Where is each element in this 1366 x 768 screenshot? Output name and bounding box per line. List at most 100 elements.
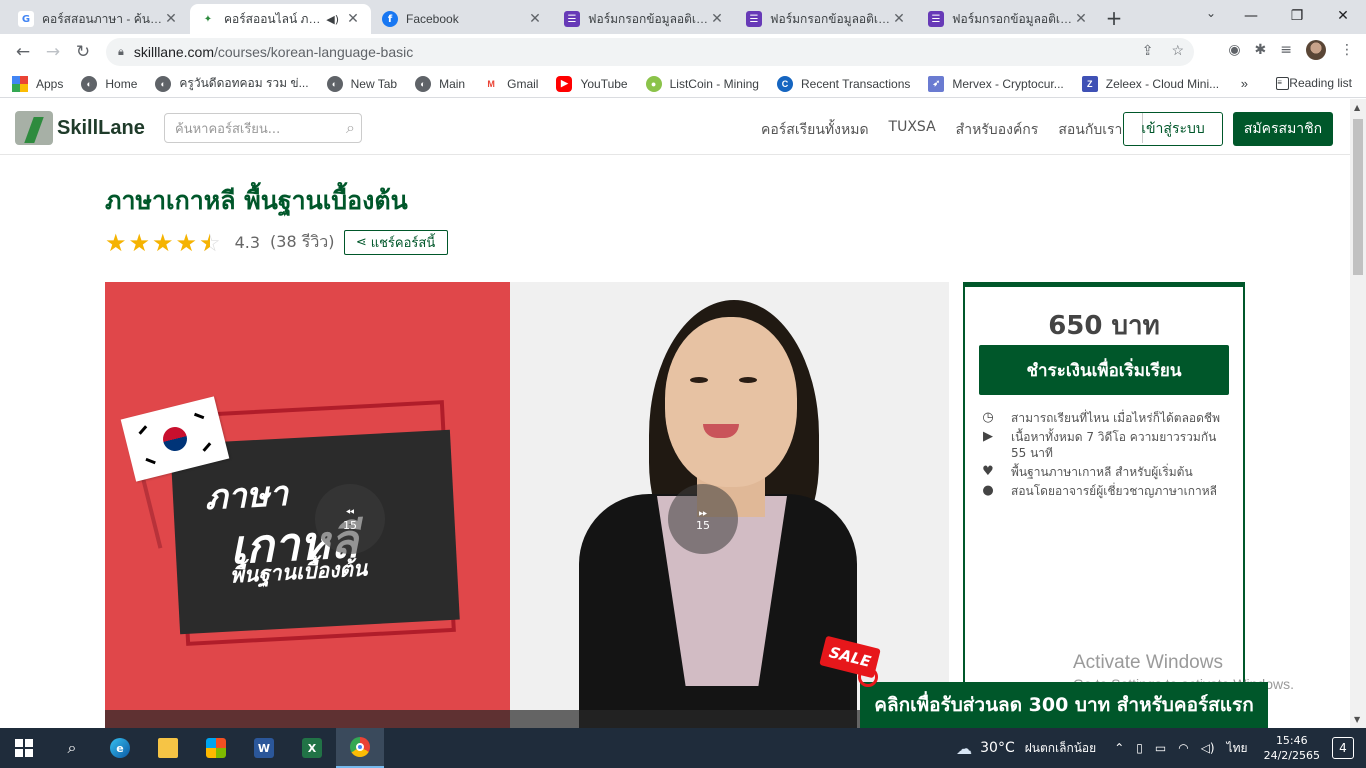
bookmark-home[interactable]: ◐ Home: [81, 75, 137, 92]
weather-temp: 30°C: [980, 740, 1015, 756]
browser-tab[interactable]: f Facebook ✕: [372, 4, 553, 34]
browser-tab[interactable]: ☰ ฟอร์มกรอกข้อมูลอติเรก ✕: [554, 4, 735, 34]
mervex-icon: ➶: [928, 75, 945, 92]
globe-icon: ◐: [326, 75, 343, 92]
phone-link-icon[interactable]: ▯: [1136, 741, 1143, 755]
restore-icon[interactable]: ❐: [1274, 0, 1320, 32]
tab-title: คอร์สออนไลน์ ภาษาเกาหลี: [224, 11, 326, 26]
chrome-icon[interactable]: [336, 728, 384, 768]
bookmark-listcoin[interactable]: ● ListCoin - Mining: [645, 75, 759, 92]
scrollbar-thumb[interactable]: [1353, 119, 1363, 275]
bookmark-recent-transactions[interactable]: C Recent Transactions: [776, 75, 910, 92]
user-icon: ●: [982, 483, 994, 498]
skilllane-logo[interactable]: SkillLane: [15, 111, 145, 145]
file-explorer-icon[interactable]: [144, 728, 192, 768]
chevron-up-icon[interactable]: ⌃: [1114, 741, 1124, 755]
taskbar-clock[interactable]: 15:46 24/2/2565: [1264, 733, 1320, 763]
edge-icon[interactable]: e: [96, 728, 144, 768]
browser-tab[interactable]: ☰ ฟอร์มกรอกข้อมูลอติเรก ✕: [736, 4, 917, 34]
discount-banner[interactable]: คลิกเพื่อรับส่วนลด 300 บาท สำหรับคอร์สแร…: [860, 682, 1268, 728]
battery-icon[interactable]: ▭: [1155, 741, 1166, 755]
bookmark-apps[interactable]: Apps: [12, 75, 63, 92]
bookmark-gmail[interactable]: M Gmail: [483, 75, 538, 92]
bookmark-star-icon[interactable]: ☆: [1171, 42, 1184, 59]
nav-teach-with-us[interactable]: สอนกับเรา: [1058, 119, 1122, 143]
bookmark-main[interactable]: ◐ Main: [415, 75, 465, 92]
reload-icon[interactable]: ↻: [68, 37, 98, 67]
login-button[interactable]: เข้าสู่ระบบ: [1123, 112, 1223, 146]
close-tab-icon[interactable]: ✕: [1073, 11, 1089, 27]
back-icon[interactable]: ←: [8, 37, 38, 67]
media-control-icon[interactable]: ≡: [1280, 42, 1292, 58]
window-controls: — ❐ ✕: [1228, 0, 1366, 32]
youtube-icon: ▶: [556, 75, 573, 92]
menu-kebab-icon[interactable]: ⋮: [1340, 42, 1354, 58]
nav-all-courses[interactable]: คอร์สเรียนทั้งหมด: [761, 119, 869, 143]
bookmarks-overflow-button[interactable]: »: [1241, 76, 1248, 91]
course-search-input[interactable]: ค้นหาคอร์สเรียน... ⌕: [164, 113, 362, 143]
bookmark-youtube[interactable]: ▶ YouTube: [556, 75, 628, 92]
skilllane-logo-mark: [15, 111, 53, 145]
wifi-icon[interactable]: ◠: [1178, 741, 1188, 755]
rewind-15-button[interactable]: ⏪︎ 15: [315, 484, 385, 554]
search-icon[interactable]: ⌕: [346, 118, 355, 138]
tab-search-icon[interactable]: ⌄: [1206, 6, 1216, 20]
minimize-icon[interactable]: —: [1228, 0, 1274, 32]
lock-icon[interactable]: 🔒︎: [118, 46, 124, 59]
scroll-up-icon[interactable]: ▲: [1354, 103, 1360, 112]
input-language[interactable]: ไทย: [1227, 739, 1248, 758]
close-tab-icon[interactable]: ✕: [163, 11, 179, 27]
feature-item: ◷ สามารถเรียนที่ไหน เมื่อไหร่ก็ได้ตลอดชี…: [979, 410, 1233, 426]
page-scrollbar[interactable]: ▲ ▼: [1350, 99, 1366, 728]
new-tab-button[interactable]: +: [1100, 4, 1128, 32]
video-control-bar[interactable]: [105, 710, 949, 728]
buy-course-button[interactable]: ชำระเงินเพื่อเริ่มเรียน: [979, 345, 1229, 395]
signup-button[interactable]: สมัครสมาชิก: [1233, 112, 1333, 146]
browser-tab[interactable]: G คอร์สสอนภาษา - ค้นหาด้วย Google ✕: [8, 4, 189, 34]
notification-center-icon[interactable]: 4: [1332, 737, 1354, 759]
puzzle-extensions-icon[interactable]: ✱: [1255, 42, 1267, 58]
browser-tab[interactable]: ☰ ฟอร์มกรอกข้อมูลอติเรก ✕: [918, 4, 1099, 34]
excel-icon[interactable]: X: [288, 728, 336, 768]
url-host: skilllane.com: [133, 44, 214, 60]
forward-15-button[interactable]: ⏩︎ 15: [668, 484, 738, 554]
play-icon: ▶: [983, 429, 993, 444]
profile-avatar[interactable]: [1306, 40, 1326, 60]
bookmark-mervex[interactable]: ➶ Mervex - Cryptocur...: [928, 75, 1064, 92]
close-tab-icon[interactable]: ✕: [709, 11, 725, 27]
scroll-down-icon[interactable]: ▼: [1354, 715, 1360, 724]
browser-tab-active[interactable]: ✦ คอร์สออนไลน์ ภาษาเกาหลี ◀) ✕: [190, 4, 371, 34]
tab-title: ฟอร์มกรอกข้อมูลอติเรก: [770, 11, 891, 26]
forward-icon[interactable]: →: [38, 37, 68, 67]
review-count[interactable]: (38 รีวิว): [270, 230, 335, 255]
close-tab-icon[interactable]: ✕: [527, 11, 543, 27]
close-tab-icon[interactable]: ✕: [891, 11, 907, 27]
bookmark-label: ListCoin - Mining: [669, 76, 759, 91]
close-window-icon[interactable]: ✕: [1320, 0, 1366, 32]
bookmark-zeleex[interactable]: Z Zeleex - Cloud Mini...: [1081, 75, 1220, 92]
bookmark-label: New Tab: [350, 76, 398, 91]
close-tab-icon[interactable]: ✕: [345, 11, 361, 27]
address-bar[interactable]: 🔒︎ skilllane.com/courses/korean-language…: [106, 38, 1194, 66]
share-course-button[interactable]: ⋖ แชร์คอร์สนี้: [343, 230, 448, 255]
bookmark-new-tab[interactable]: ◐ New Tab: [326, 75, 398, 92]
bookmark-kruwandee[interactable]: ◐ ครูวันดีดอทคอม รวม ข่...: [155, 74, 309, 93]
bookmark-label: Zeleex - Cloud Mini...: [1105, 76, 1220, 91]
instructor-eye: [690, 377, 708, 383]
speaker-icon[interactable]: ◀): [326, 13, 339, 26]
search-icon[interactable]: ⌕: [48, 728, 96, 768]
nav-for-business[interactable]: สำหรับองค์กร: [956, 119, 1039, 143]
word-icon[interactable]: W: [240, 728, 288, 768]
weather-widget[interactable]: ☁ 30°C ฝนตกเล็กน้อย: [956, 739, 1096, 758]
bookmarks-bar: Apps ◐ Home ◐ ครูวันดีดอทคอม รวม ข่... ◐…: [0, 70, 1366, 98]
microsoft-store-icon[interactable]: [192, 728, 240, 768]
forward-seconds: 15: [696, 519, 710, 532]
zeleex-icon: Z: [1081, 75, 1098, 92]
reading-list-button[interactable]: ≡ Reading list: [1276, 76, 1352, 90]
extension-circle-icon[interactable]: ◉: [1228, 42, 1240, 58]
nav-tuxsa[interactable]: TUXSA: [889, 119, 936, 143]
volume-icon[interactable]: ◁): [1201, 741, 1215, 755]
share-icon[interactable]: ⇪: [1142, 42, 1154, 59]
start-windows-icon[interactable]: [0, 728, 48, 768]
bookmark-label: YouTube: [580, 76, 628, 91]
